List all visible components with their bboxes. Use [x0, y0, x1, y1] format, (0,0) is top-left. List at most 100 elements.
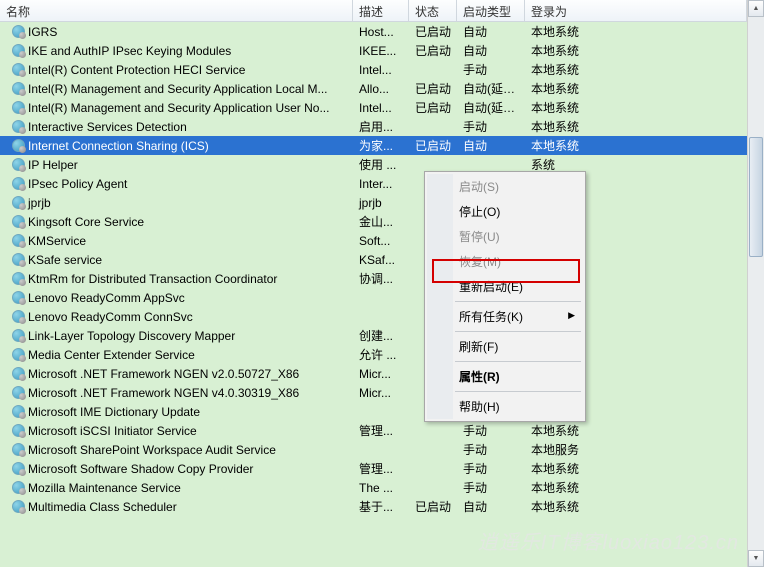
service-name: IGRS	[28, 25, 57, 39]
service-startup: 自动	[457, 41, 525, 60]
service-row[interactable]: Intel(R) Management and Security Applica…	[0, 98, 747, 117]
service-row[interactable]: Intel(R) Management and Security Applica…	[0, 79, 747, 98]
service-row[interactable]: IKE and AuthIP IPsec Keying ModulesIKEE.…	[0, 41, 747, 60]
menu-all-tasks[interactable]: 所有任务(K)▶	[427, 304, 583, 329]
service-row[interactable]: Internet Connection Sharing (ICS)为家...已启…	[0, 136, 747, 155]
service-icon	[10, 81, 26, 97]
scroll-up-button[interactable]: ▲	[748, 0, 764, 17]
col-header-name[interactable]: 名称	[0, 0, 353, 21]
menu-restart[interactable]: 重新启动(E)	[427, 274, 583, 299]
service-desc: KSaf...	[353, 252, 409, 268]
service-logon: 本地系统	[525, 117, 747, 136]
service-row[interactable]: Intel(R) Content Protection HECI Service…	[0, 60, 747, 79]
service-desc: Inter...	[353, 176, 409, 192]
service-row[interactable]: Kingsoft Core Service金山...系统	[0, 212, 747, 231]
service-row[interactable]: Lenovo ReadyComm AppSvc系统	[0, 288, 747, 307]
service-icon	[10, 62, 26, 78]
service-name: Kingsoft Core Service	[28, 215, 144, 229]
service-desc: 启用...	[353, 117, 409, 136]
service-desc: Intel...	[353, 100, 409, 116]
service-list: IGRSHost...已启动自动本地系统IKE and AuthIP IPsec…	[0, 22, 747, 516]
service-row[interactable]: Mozilla Maintenance ServiceThe ...手动本地系统	[0, 478, 747, 497]
service-icon	[10, 252, 26, 268]
service-status: 已启动	[409, 497, 457, 516]
menu-separator	[455, 391, 581, 392]
scroll-down-button[interactable]: ▼	[748, 550, 764, 567]
service-row[interactable]: Multimedia Class Scheduler基于...已启动自动本地系统	[0, 497, 747, 516]
menu-separator	[455, 361, 581, 362]
service-row[interactable]: Microsoft Software Shadow Copy Provider 管…	[0, 459, 747, 478]
service-row[interactable]: Microsoft SharePoint Workspace Audit Ser…	[0, 440, 747, 459]
service-logon: 本地系统	[525, 421, 747, 440]
service-row[interactable]: IGRS Host...已启动自动本地系统	[0, 22, 747, 41]
menu-properties[interactable]: 属性(R)	[427, 364, 583, 389]
service-logon: 本地系统	[525, 497, 747, 516]
vertical-scrollbar[interactable]: ▲ ▼	[747, 0, 764, 567]
service-icon	[10, 233, 26, 249]
column-header-row: 名称 描述 状态 启动类型 登录为	[0, 0, 747, 22]
service-row[interactable]: jprjbjprjb系统	[0, 193, 747, 212]
service-icon	[10, 347, 26, 363]
service-desc: 协调...	[353, 269, 409, 288]
menu-stop[interactable]: 停止(O)	[427, 199, 583, 224]
service-row[interactable]: Lenovo ReadyComm ConnSvc系统	[0, 307, 747, 326]
service-logon: 本地系统	[525, 79, 747, 98]
menu-refresh[interactable]: 刷新(F)	[427, 334, 583, 359]
service-row[interactable]: KMServiceSoft...系统	[0, 231, 747, 250]
service-icon	[10, 385, 26, 401]
service-logon: 本地系统	[525, 41, 747, 60]
menu-help[interactable]: 帮助(H)	[427, 394, 583, 419]
service-row[interactable]: Media Center Extender Service允许 ...服务	[0, 345, 747, 364]
col-header-startup[interactable]: 启动类型	[457, 0, 525, 21]
service-desc: 管理...	[353, 459, 409, 478]
service-icon	[10, 290, 26, 306]
service-logon: 本地系统	[525, 22, 747, 41]
service-desc: 允许 ...	[353, 345, 409, 364]
service-row[interactable]: Microsoft .NET Framework NGEN v4.0.30319…	[0, 383, 747, 402]
service-desc: Micr...	[353, 366, 409, 382]
service-icon	[10, 24, 26, 40]
service-icon	[10, 195, 26, 211]
service-row[interactable]: Interactive Services Detection启用...手动本地系…	[0, 117, 747, 136]
service-row[interactable]: Microsoft IME Dictionary Update手动本地系统	[0, 402, 747, 421]
service-startup: 自动	[457, 22, 525, 41]
context-menu: 启动(S) 停止(O) 暂停(U) 恢复(M) 重新启动(E) 所有任务(K)▶…	[424, 171, 586, 422]
service-desc: 金山...	[353, 212, 409, 231]
service-name: KSafe service	[28, 253, 102, 267]
service-startup	[457, 164, 525, 166]
service-status: 已启动	[409, 22, 457, 41]
scroll-thumb[interactable]	[749, 137, 763, 257]
service-desc	[353, 449, 409, 451]
service-name: Internet Connection Sharing (ICS)	[28, 139, 209, 153]
service-name: Microsoft Software Shadow Copy Provider	[28, 462, 253, 476]
service-icon	[10, 423, 26, 439]
service-icon	[10, 138, 26, 154]
service-name: Microsoft SharePoint Workspace Audit Ser…	[28, 443, 276, 457]
service-name: IKE and AuthIP IPsec Keying Modules	[28, 44, 231, 58]
service-icon	[10, 43, 26, 59]
menu-resume: 恢复(M)	[427, 249, 583, 274]
service-desc: Micr...	[353, 385, 409, 401]
service-desc	[353, 411, 409, 413]
service-desc: Intel...	[353, 62, 409, 78]
service-row[interactable]: Microsoft iSCSI Initiator Service管理...手动…	[0, 421, 747, 440]
col-header-logon[interactable]: 登录为	[525, 0, 747, 21]
service-desc: Host...	[353, 24, 409, 40]
service-row[interactable]: IP Helper使用 ...系统	[0, 155, 747, 174]
service-desc: Allo...	[353, 81, 409, 97]
service-row[interactable]: Link-Layer Topology Discovery Mapper创建..…	[0, 326, 747, 345]
scroll-track[interactable]	[748, 17, 764, 550]
service-icon	[10, 461, 26, 477]
service-row[interactable]: Microsoft .NET Framework NGEN v2.0.50727…	[0, 364, 747, 383]
service-row[interactable]: KSafe serviceKSaf...系统	[0, 250, 747, 269]
service-logon: 本地系统	[525, 136, 747, 155]
service-startup: 手动	[457, 421, 525, 440]
service-row[interactable]: KtmRm for Distributed Transaction Coordi…	[0, 269, 747, 288]
service-desc: 管理...	[353, 421, 409, 440]
service-row[interactable]: IPsec Policy AgentInter...服务	[0, 174, 747, 193]
col-header-desc[interactable]: 描述	[353, 0, 409, 21]
col-header-status[interactable]: 状态	[409, 0, 457, 21]
service-logon: 本地系统	[525, 459, 747, 478]
service-name: Microsoft .NET Framework NGEN v4.0.30319…	[28, 386, 299, 400]
service-name: KtmRm for Distributed Transaction Coordi…	[28, 272, 277, 286]
